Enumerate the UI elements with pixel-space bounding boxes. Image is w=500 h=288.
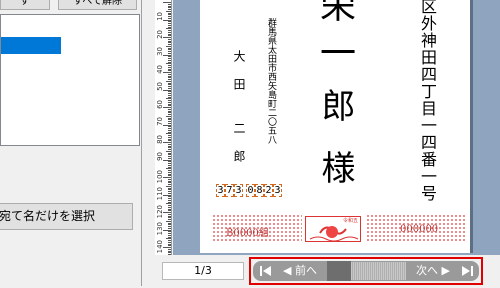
- address-list[interactable]: [0, 14, 140, 146]
- first-page-icon: [260, 266, 271, 276]
- recipient-address: 区外神田四丁目一四番一号: [418, 0, 437, 202]
- panel-divider[interactable]: [141, 0, 142, 286]
- sender-address: 群馬県太田市西矢島町二〇五八: [266, 18, 276, 144]
- list-item-selected[interactable]: [1, 37, 61, 54]
- first-page-button[interactable]: [256, 261, 274, 281]
- zip-digit: 7: [225, 184, 234, 197]
- recipient-name-top: 栄: [314, 0, 355, 22]
- last-page-icon: [462, 266, 473, 276]
- lottery-number: 000000: [400, 224, 439, 235]
- last-page-button[interactable]: [459, 261, 477, 281]
- next-page-button[interactable]: 次へ ▶: [408, 261, 458, 281]
- page-slider-track[interactable]: [351, 262, 406, 280]
- zip-digit: 3: [216, 184, 225, 197]
- zip-digit: 2: [264, 184, 273, 197]
- recipient-name-2: 郎: [315, 88, 355, 122]
- recipient-name-1: 一: [314, 34, 355, 70]
- recipient-honorific: 様: [315, 150, 355, 184]
- prev-icon: ◀: [283, 264, 292, 277]
- select-all-button[interactable]: ず: [0, 0, 50, 10]
- zip-digit: 0: [246, 184, 255, 197]
- lottery-group: B0000組: [226, 228, 269, 239]
- next-icon: ▶: [441, 264, 450, 277]
- page-indicator: 1/3: [162, 262, 244, 280]
- sender-name-first: 大田: [232, 50, 246, 106]
- next-label: 次へ: [416, 264, 439, 277]
- sender-name-last: 二郎: [232, 122, 246, 178]
- left-panel: ず すべて解除 宛て名だけを選択: [0, 0, 148, 286]
- stamp-year-label: 令和五: [343, 218, 359, 224]
- zip-digit: 3: [273, 184, 282, 197]
- prev-page-button[interactable]: ◀ 前へ: [276, 261, 324, 281]
- vertical-ruler: 10 20 30 40 50 60 70 80 90 100 110 120 130 140: [155, 0, 172, 255]
- prev-label: 前へ: [294, 264, 317, 277]
- page-slider-thumb[interactable]: [327, 261, 351, 281]
- select-addressee-only-button[interactable]: 宛て名だけを選択: [0, 203, 133, 230]
- zip-digit: 3: [234, 184, 243, 197]
- deselect-all-button[interactable]: すべて解除: [58, 0, 137, 10]
- sender-zip: 3730823: [216, 184, 282, 197]
- zip-digit: 8: [255, 184, 264, 197]
